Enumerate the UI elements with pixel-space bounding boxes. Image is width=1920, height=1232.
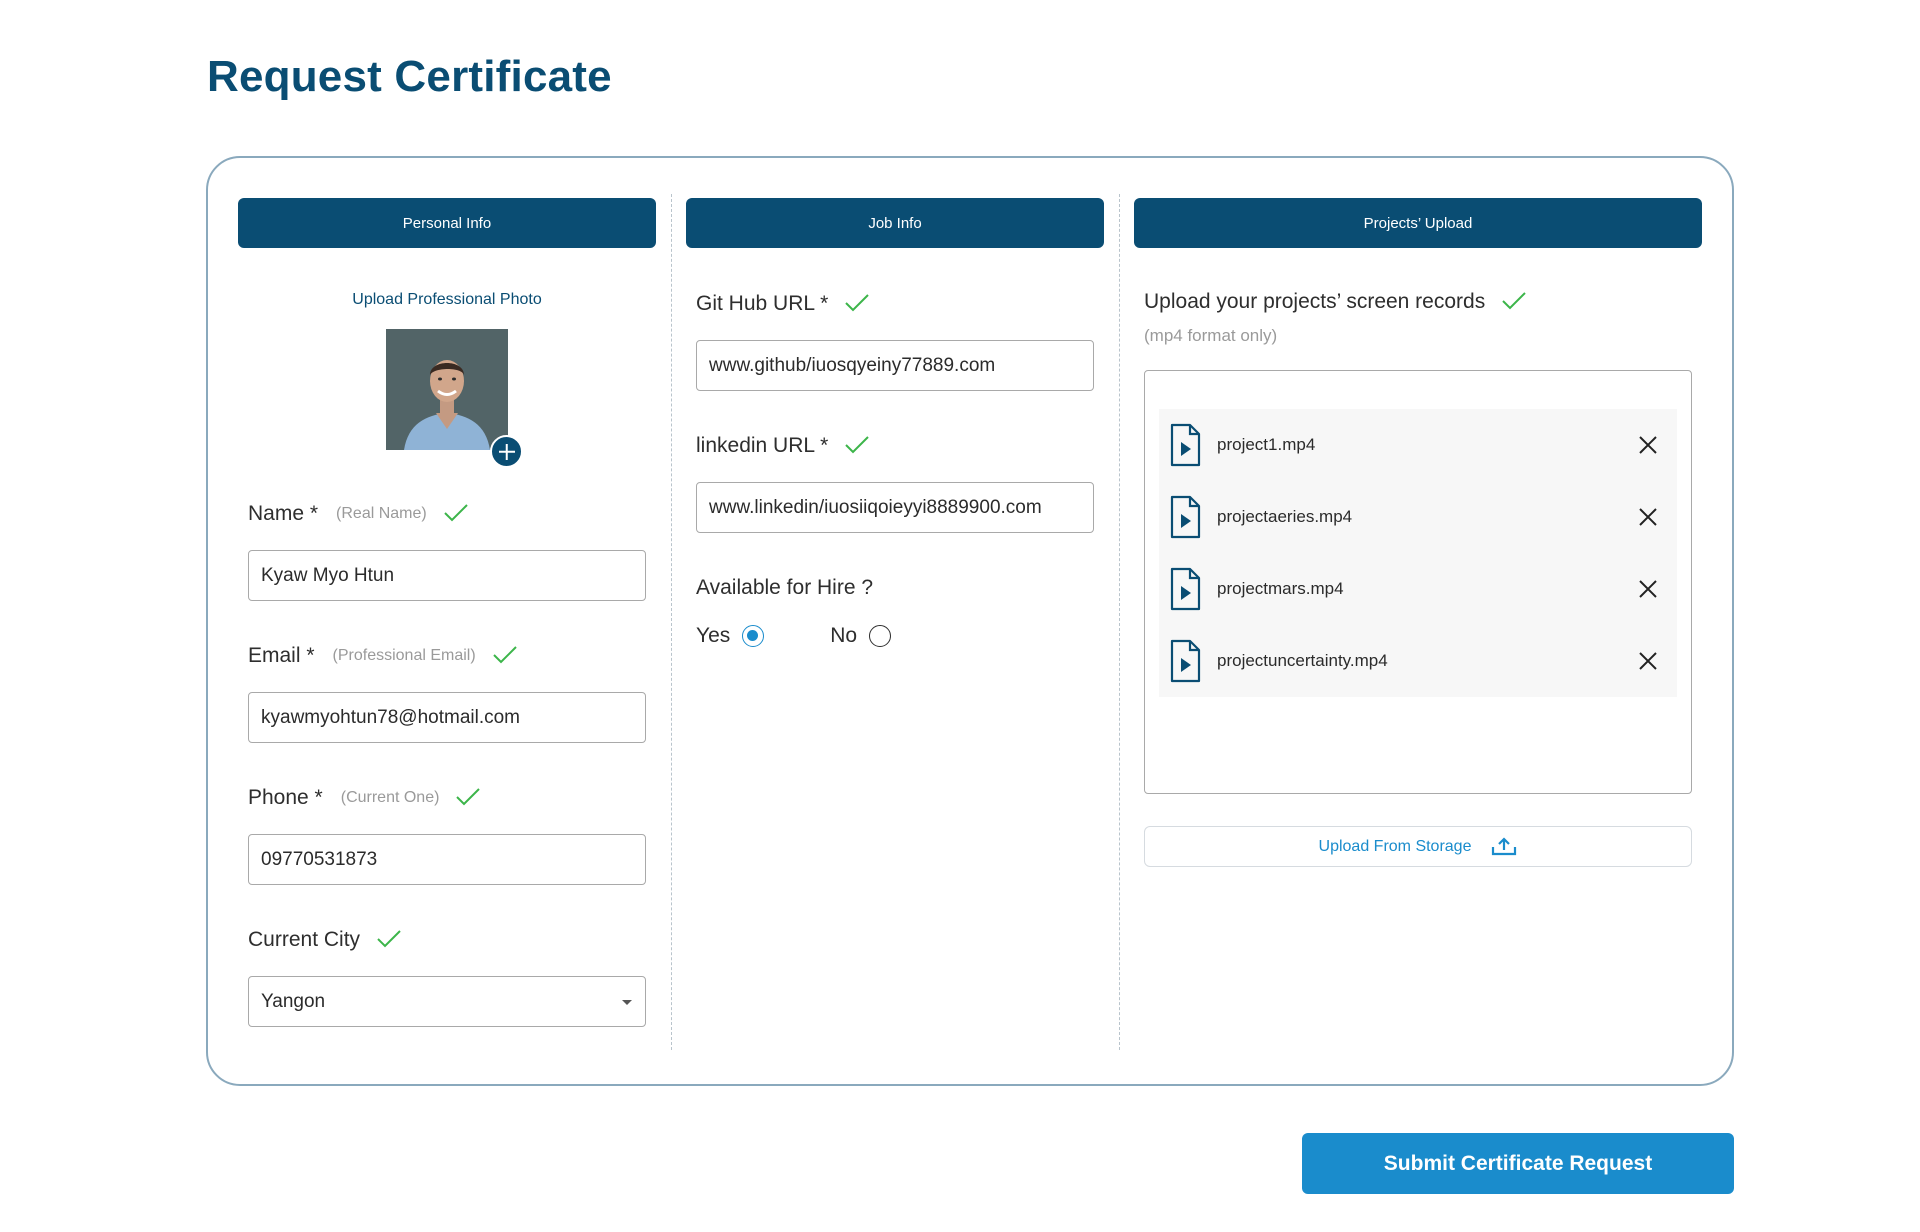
file-item: projectaeries.mp4	[1159, 481, 1677, 553]
city-label: Current City	[248, 928, 361, 951]
video-file-icon	[1170, 567, 1201, 611]
check-icon	[376, 930, 401, 948]
column-divider	[671, 194, 672, 1050]
check-icon	[844, 436, 870, 454]
hire-yes-option[interactable]: Yes	[696, 624, 765, 648]
phone-label: Phone *	[248, 786, 323, 809]
submit-certificate-request-button[interactable]: Submit Certificate Request	[1302, 1133, 1734, 1194]
check-icon	[492, 646, 517, 664]
uploaded-files-list: project1.mp4 projectaeries.mp4 projectma…	[1144, 370, 1692, 794]
phone-hint: (Current One)	[340, 789, 440, 806]
upload-from-storage-button[interactable]: Upload From Storage	[1144, 826, 1692, 867]
page-title: Request Certificate	[207, 52, 612, 101]
city-select[interactable]: Yangon	[248, 976, 646, 1027]
hire-label: Available for Hire ?	[696, 576, 874, 599]
close-icon[interactable]	[1637, 434, 1659, 456]
github-url-input[interactable]: www.github/iuosqyeiny77889.com	[696, 340, 1094, 391]
email-label: Email *	[248, 644, 315, 667]
phone-label-row: Phone * (Current One)	[248, 786, 481, 810]
close-icon[interactable]	[1637, 578, 1659, 600]
hire-no-label: No	[830, 624, 858, 647]
hire-radio-group: Yes No	[696, 624, 957, 648]
linkedin-url-input[interactable]: www.linkedin/iuosiiqoieyyi8889900.com	[696, 482, 1094, 533]
video-file-icon	[1170, 495, 1201, 539]
projects-format-hint: (mp4 format only)	[1144, 326, 1278, 345]
check-icon	[455, 788, 481, 806]
name-hint: (Real Name)	[336, 505, 427, 522]
caret-down-icon	[622, 1000, 632, 1005]
projects-title-row: Upload your projects’ screen records	[1144, 290, 1526, 314]
upload-photo-link[interactable]: Upload Professional Photo	[238, 291, 656, 309]
add-photo-icon[interactable]	[490, 435, 523, 468]
close-icon[interactable]	[1637, 506, 1659, 528]
name-label: Name *	[248, 502, 319, 525]
email-label-row: Email * (Professional Email)	[248, 644, 517, 668]
file-name: project1.mp4	[1217, 435, 1316, 454]
file-name: projectaeries.mp4	[1217, 507, 1353, 526]
file-item: projectmars.mp4	[1159, 553, 1677, 625]
hire-no-option[interactable]: No	[830, 624, 892, 648]
column-divider	[1119, 194, 1120, 1050]
close-icon[interactable]	[1637, 650, 1659, 672]
file-item: project1.mp4	[1159, 409, 1677, 481]
video-file-icon	[1170, 423, 1201, 467]
email-input[interactable]: kyawmyohtun78@hotmail.com	[248, 692, 646, 743]
github-label: Git Hub URL *	[696, 292, 829, 315]
city-select-value: Yangon	[261, 990, 326, 1012]
projects-title: Upload your projects’ screen records	[1144, 290, 1486, 313]
check-icon	[1501, 292, 1526, 310]
check-icon	[844, 294, 869, 312]
city-label-row: Current City	[248, 928, 401, 952]
profile-photo	[386, 329, 508, 450]
email-hint: (Professional Email)	[332, 647, 476, 664]
tab-projects-upload[interactable]: Projects’ Upload	[1134, 198, 1702, 248]
phone-input[interactable]: 09770531873	[248, 834, 646, 885]
name-input[interactable]: Kyaw Myo Htun	[248, 550, 646, 601]
upload-icon	[1492, 836, 1517, 855]
name-label-row: Name * (Real Name)	[248, 502, 468, 526]
hire-yes-label: Yes	[696, 624, 731, 647]
linkedin-label-row: linkedin URL *	[696, 434, 870, 458]
hire-no-radio[interactable]	[869, 625, 892, 647]
hire-yes-radio[interactable]	[742, 625, 765, 647]
tab-personal-info[interactable]: Personal Info	[238, 198, 656, 248]
check-icon	[443, 504, 468, 522]
file-item: projectuncertainty.mp4	[1159, 625, 1677, 697]
video-file-icon	[1170, 639, 1201, 683]
linkedin-label: linkedin URL *	[696, 434, 829, 457]
file-name: projectuncertainty.mp4	[1217, 651, 1388, 670]
tab-job-info[interactable]: Job Info	[686, 198, 1104, 248]
github-label-row: Git Hub URL *	[696, 292, 869, 316]
upload-from-storage-label: Upload From Storage	[1318, 837, 1472, 855]
file-name: projectmars.mp4	[1217, 579, 1344, 598]
